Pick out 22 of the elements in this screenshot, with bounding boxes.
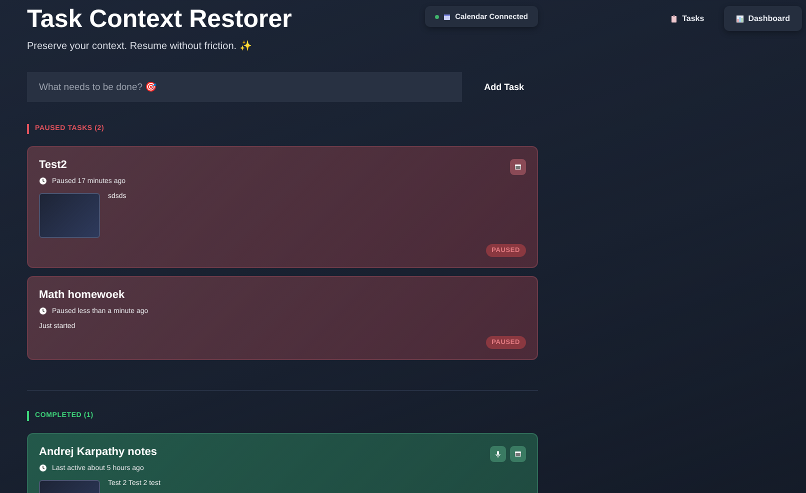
app-subtitle: Preserve your context. Resume without friction. ✨: [27, 40, 252, 52]
clock-icon: [39, 307, 47, 315]
screenshot-button[interactable]: [510, 446, 526, 462]
calendar-icon: [443, 12, 452, 20]
chart-icon: [736, 14, 744, 22]
nav-tab[interactable]: Tasks: [658, 6, 716, 31]
window-icon: [514, 163, 522, 171]
clock-icon: [39, 464, 47, 472]
nav-tab[interactable]: Dashboard: [724, 6, 802, 31]
app-title: Task Context Restorer: [27, 6, 292, 32]
clock-icon: [39, 177, 47, 185]
microphone-icon: [494, 450, 502, 458]
screenshot-thumbnail[interactable]: [39, 193, 100, 238]
task-title: Math homewoek: [39, 289, 126, 301]
task-title: Test2: [39, 159, 68, 171]
task-title: Andrej Karpathy notes: [39, 446, 157, 458]
clipboard-icon: [670, 14, 678, 22]
task-input[interactable]: What needs to be done? 🎯: [27, 72, 462, 102]
screenshot-button[interactable]: [510, 159, 526, 175]
add-task-button[interactable]: Add Task: [470, 74, 538, 100]
window-icon: [514, 450, 522, 458]
voice-note-button[interactable]: [490, 446, 506, 462]
